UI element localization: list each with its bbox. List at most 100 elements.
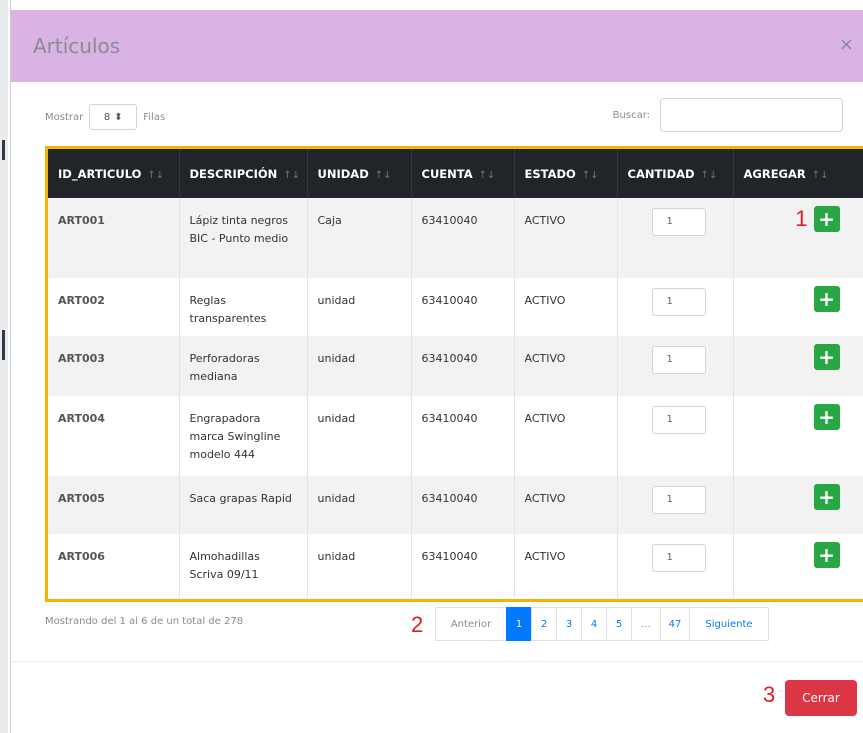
column-header-id[interactable]: ID_ARTICULO ↑↓ (48, 149, 180, 198)
cell-agregar: + (733, 336, 863, 396)
add-button[interactable]: + (813, 286, 840, 312)
cell-descripcion: Engrapadora marca Swingline modelo 444 (179, 396, 308, 476)
cell-estado: ACTIVO (514, 396, 618, 476)
cell-cuenta: 63410040 (411, 278, 515, 336)
cell-unidad: unidad (307, 534, 412, 598)
pagination-page-2[interactable]: 2 (531, 607, 557, 641)
sort-icon: ↑↓ (581, 169, 599, 181)
cell-cuenta: 63410040 (411, 396, 515, 476)
pagination-page-47[interactable]: 47 (660, 607, 690, 641)
cell-cantidad: 1 (617, 198, 734, 278)
rows-per-page-select[interactable]: 8 ⬍ (89, 104, 138, 130)
cell-id: ART003 (48, 336, 180, 396)
footer-divider (11, 661, 863, 662)
cell-id: ART006 (48, 534, 180, 598)
column-header-estado[interactable]: ESTADO ↑↓ (514, 149, 618, 198)
length-menu-prefix: Mostrar (45, 111, 84, 123)
select-arrows-icon: ⬍ (114, 111, 123, 123)
cell-cuenta: 63410040 (411, 336, 515, 396)
plus-icon: + (818, 405, 835, 429)
cell-cantidad: 1 (617, 534, 734, 598)
quantity-input[interactable]: 1 (651, 544, 706, 572)
table-row: ART005 Saca grapas Rapid unidad 63410040… (48, 476, 863, 534)
column-header-unidad[interactable]: UNIDAD ↑↓ (307, 149, 412, 198)
pagination-page-1[interactable]: 1 (506, 607, 532, 641)
cell-agregar: + (733, 396, 863, 476)
quantity-input[interactable]: 1 (651, 406, 706, 434)
cell-descripcion: Reglas transparentes (179, 278, 308, 336)
annotation-2: 2 (411, 612, 424, 637)
cell-cantidad: 1 (617, 278, 734, 336)
pagination-prev[interactable]: Anterior (435, 607, 507, 641)
cell-descripcion: Perforadoras mediana (179, 336, 308, 396)
sort-icon: ↑↓ (700, 169, 718, 181)
cell-estado: ACTIVO (514, 198, 618, 278)
modal-title: Artículos (33, 34, 121, 58)
cell-unidad: Caja (307, 198, 412, 278)
pagination-next[interactable]: Siguiente (689, 607, 769, 641)
rows-per-page-value: 8 (103, 111, 111, 123)
articles-table: ID_ARTICULO ↑↓ DESCRIPCIÓN ↑↓ UNIDAD ↑↓ CUE… (48, 149, 863, 598)
column-header-agregar[interactable]: AGREGAR ↑↓ (733, 149, 863, 198)
add-button[interactable]: + (813, 344, 840, 370)
column-header-cantidad[interactable]: CANTIDAD ↑↓ (617, 149, 734, 198)
quantity-input[interactable]: 1 (651, 346, 706, 374)
quantity-input[interactable]: 1 (651, 486, 706, 514)
search-input[interactable] (660, 98, 843, 132)
table-row: ART001 Lápiz tinta negros BIC - Punto me… (48, 198, 863, 278)
pagination-page-5[interactable]: 5 (606, 607, 632, 641)
cell-cuenta: 63410040 (411, 476, 515, 534)
articulos-modal: Artículos × Mostrar 8 ⬍ Filas Buscar: ID… (10, 0, 863, 733)
pagination-page-4[interactable]: 4 (581, 607, 607, 641)
sort-icon: ↑↓ (283, 169, 301, 181)
cell-descripcion: Lápiz tinta negros BIC - Punto medio (179, 198, 308, 278)
cell-agregar: + (733, 476, 863, 534)
annotation-3: 3 (763, 682, 776, 707)
background-mark (2, 330, 5, 360)
cell-unidad: unidad (307, 278, 412, 336)
column-header-cuenta[interactable]: CUENTA ↑↓ (411, 149, 515, 198)
pagination-page-3[interactable]: 3 (556, 607, 582, 641)
add-button[interactable]: + (813, 206, 840, 232)
table-header-row: ID_ARTICULO ↑↓ DESCRIPCIÓN ↑↓ UNIDAD ↑↓ CUE… (48, 149, 863, 198)
articles-table-container: ID_ARTICULO ↑↓ DESCRIPCIÓN ↑↓ UNIDAD ↑↓ CUE… (45, 146, 863, 602)
table-row: ART004 Engrapadora marca Swingline model… (48, 396, 863, 476)
plus-icon: + (818, 485, 835, 509)
quantity-input[interactable]: 1 (651, 288, 706, 316)
modal-header: Artículos × (11, 10, 863, 82)
cell-agregar: + (733, 534, 863, 598)
sort-icon: ↑↓ (147, 169, 165, 181)
background-page-edge (0, 0, 8, 733)
cell-id: ART005 (48, 476, 180, 534)
pagination: Anterior 1 2 3 4 5 … 47 Siguiente (435, 607, 769, 641)
table-row: ART003 Perforadoras mediana unidad 63410… (48, 336, 863, 396)
cell-id: ART002 (48, 278, 180, 336)
cell-agregar: 1 + (733, 198, 863, 278)
pagination-ellipsis: … (631, 607, 661, 641)
quantity-input[interactable]: 1 (651, 208, 706, 236)
cell-cuenta: 63410040 (411, 534, 515, 598)
length-menu: Mostrar 8 ⬍ Filas (45, 104, 165, 130)
cell-descripcion: Almohadillas Scriva 09/11 (179, 534, 308, 598)
close-button[interactable]: Cerrar (785, 680, 857, 716)
cell-descripcion: Saca grapas Rapid (179, 476, 308, 534)
column-header-descripcion[interactable]: DESCRIPCIÓN ↑↓ (179, 149, 308, 198)
sort-icon: ↑↓ (374, 169, 392, 181)
table-row: ART002 Reglas transparentes unidad 63410… (48, 278, 863, 336)
annotation-1: 1 (795, 206, 808, 231)
add-button[interactable]: + (813, 484, 840, 510)
cell-unidad: unidad (307, 476, 412, 534)
plus-icon: + (818, 207, 835, 231)
cell-unidad: unidad (307, 336, 412, 396)
close-icon[interactable]: × (839, 34, 854, 55)
search-label: Buscar: (612, 109, 650, 121)
cell-estado: ACTIVO (514, 336, 618, 396)
add-button[interactable]: + (813, 542, 840, 568)
cell-estado: ACTIVO (514, 476, 618, 534)
table-info: Mostrando del 1 al 6 de un total de 278 (45, 616, 244, 627)
plus-icon: + (818, 543, 835, 567)
cell-id: ART004 (48, 396, 180, 476)
add-button[interactable]: + (813, 404, 840, 430)
cell-cantidad: 1 (617, 396, 734, 476)
cell-estado: ACTIVO (514, 534, 618, 598)
